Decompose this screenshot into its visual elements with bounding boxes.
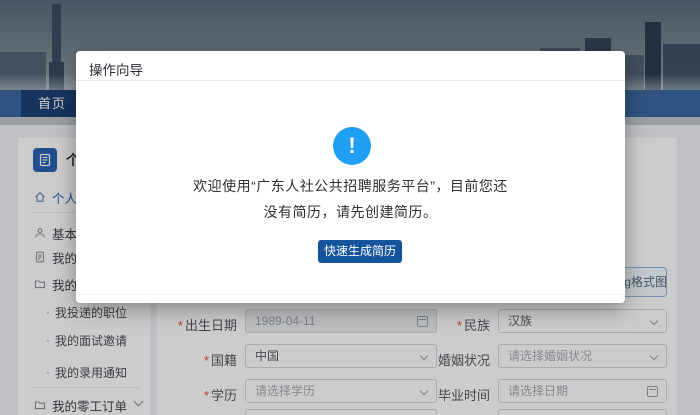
info-exclamation-icon: ! xyxy=(333,127,371,165)
page: 首页 个人中心 个人中心 基本信息 我的简历 xyxy=(0,0,700,415)
modal-message-line2: 没有简历，请先创建简历。 xyxy=(76,199,625,225)
modal-message-line1: 欢迎使用“广东人社公共招聘服务平台”，目前您还 xyxy=(76,173,625,199)
generate-resume-button[interactable]: 快速生成简历 xyxy=(318,240,402,263)
divider xyxy=(76,80,625,81)
divider xyxy=(76,294,625,295)
guide-modal: 操作向导 ! 欢迎使用“广东人社公共招聘服务平台”，目前您还 没有简历，请先创建… xyxy=(76,51,625,303)
modal-title: 操作向导 xyxy=(89,59,143,79)
modal-message: 欢迎使用“广东人社公共招聘服务平台”，目前您还 没有简历，请先创建简历。 xyxy=(76,173,625,225)
